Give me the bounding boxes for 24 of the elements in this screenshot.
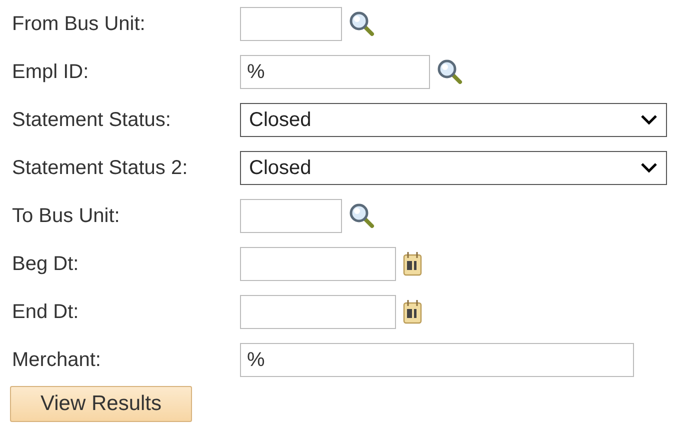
field-label: Statement Status 2: xyxy=(12,156,189,180)
field-label: Statement Status: xyxy=(12,108,172,132)
field-label: Beg Dt: xyxy=(12,252,80,276)
calendar-icon[interactable] xyxy=(402,251,424,277)
search-icon[interactable] xyxy=(436,58,464,86)
field-label: From Bus Unit: xyxy=(12,12,146,36)
input-field[interactable] xyxy=(240,295,396,329)
dropdown[interactable]: Closed xyxy=(240,103,667,137)
search-icon[interactable] xyxy=(348,202,376,230)
caret-icon xyxy=(640,162,658,174)
dropdown[interactable]: Closed xyxy=(240,151,667,185)
input-field[interactable]: % xyxy=(240,55,430,89)
input-field[interactable] xyxy=(240,7,342,41)
field-label: To Bus Unit: xyxy=(12,204,121,228)
calendar-icon[interactable] xyxy=(402,299,424,325)
input-field[interactable] xyxy=(240,199,342,233)
search-icon[interactable] xyxy=(348,10,376,38)
field-label: Merchant: xyxy=(12,348,102,372)
input-field[interactable]: % xyxy=(240,343,634,377)
input-field[interactable] xyxy=(240,247,396,281)
view-results-button[interactable]: View Results xyxy=(10,386,192,422)
caret-icon xyxy=(640,114,658,126)
field-label: End Dt: xyxy=(12,300,80,324)
field-label: Empl ID: xyxy=(12,60,90,84)
